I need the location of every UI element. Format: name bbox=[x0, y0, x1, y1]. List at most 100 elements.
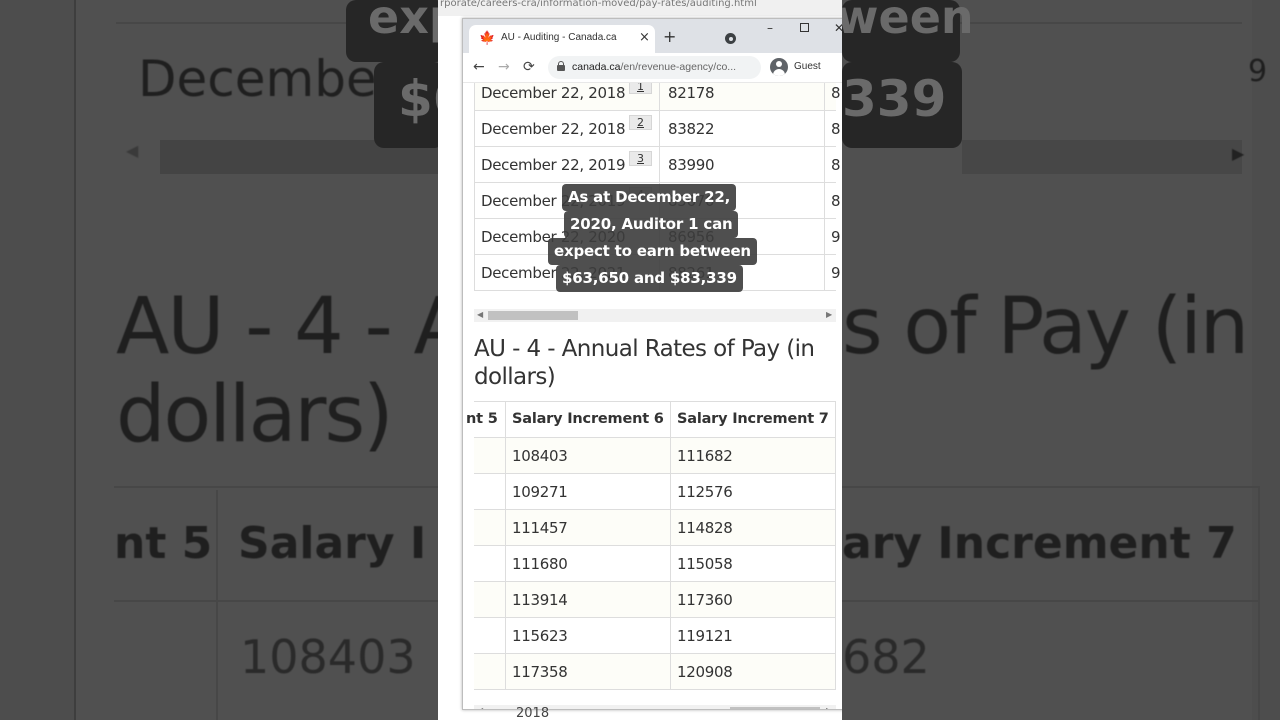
background-caption-text: ween bbox=[842, 0, 974, 44]
table-row: 113914 117360 bbox=[474, 582, 836, 618]
partial-salary-value: 8 bbox=[831, 84, 841, 102]
column-divider bbox=[670, 654, 671, 690]
column-divider bbox=[505, 618, 506, 654]
salary-increment-6: 117358 bbox=[512, 663, 568, 681]
background-table-border bbox=[842, 600, 1260, 602]
column-header: nt 5 bbox=[466, 411, 498, 427]
column-divider bbox=[824, 83, 825, 111]
new-tab-button[interactable]: + bbox=[663, 27, 676, 46]
scroll-right-icon[interactable]: ▶ bbox=[826, 706, 832, 709]
maximize-button[interactable] bbox=[800, 23, 809, 32]
caption-line: As at December 22, bbox=[562, 184, 737, 211]
salary-value: 83822 bbox=[668, 120, 715, 138]
column-divider bbox=[670, 474, 671, 510]
column-header: Salary Increment 6 bbox=[512, 411, 664, 427]
column-divider bbox=[824, 255, 825, 291]
scroll-right-icon[interactable]: ▶ bbox=[826, 310, 832, 319]
column-divider bbox=[670, 618, 671, 654]
salary-increment-7: 117360 bbox=[677, 591, 733, 609]
salary-increment-7: 120908 bbox=[677, 663, 733, 681]
column-divider bbox=[670, 438, 671, 474]
column-header: Salary Increment 7 bbox=[677, 411, 829, 427]
column-divider bbox=[505, 510, 506, 546]
footnote-link[interactable]: 1 bbox=[629, 83, 652, 94]
partial-salary-value: 9 bbox=[831, 228, 841, 246]
browser-toolbar: ← → ⟳ canada.ca/en/revenue-agency/co... … bbox=[463, 53, 842, 83]
partial-salary-value: 8 bbox=[831, 156, 841, 174]
scrollbar-thumb[interactable] bbox=[730, 707, 820, 709]
background-heading-line1: AU - 4 - A bbox=[116, 282, 438, 372]
back-button[interactable]: ← bbox=[473, 59, 485, 75]
profile-label: Guest bbox=[794, 61, 821, 72]
video-frame: December ◀ exp $6 AU - 4 - A dollars) nt… bbox=[0, 0, 1280, 720]
column-divider bbox=[670, 510, 671, 546]
column-divider bbox=[505, 546, 506, 582]
avatar-icon bbox=[770, 58, 788, 76]
table-row: December 22, 2019 3 83990 8 bbox=[474, 147, 841, 183]
caption-line: $63,650 and $83,339 bbox=[556, 265, 743, 292]
column-divider bbox=[824, 111, 825, 147]
scrollbar-thumb[interactable] bbox=[488, 311, 578, 320]
partial-salary-value: 8 bbox=[831, 120, 841, 138]
section-heading-au4: AU - 4 - Annual Rates of Pay (in dollars… bbox=[474, 336, 815, 390]
background-col-header: nt 5 bbox=[114, 518, 213, 569]
table-row: 108403 111682 bbox=[474, 438, 836, 474]
background-partial-digit: 9 bbox=[1248, 54, 1268, 89]
salary-increment-6: 109271 bbox=[512, 483, 568, 501]
background-table-border bbox=[216, 490, 218, 720]
background-caption-text: exp bbox=[368, 0, 438, 44]
salary-increment-6: 111457 bbox=[512, 519, 568, 537]
url-path: /en/revenue-agency/co... bbox=[620, 61, 737, 73]
effective-date: December 22, 2019 bbox=[481, 156, 626, 174]
column-divider bbox=[835, 402, 836, 438]
tab-search-icon[interactable] bbox=[725, 33, 736, 44]
maple-leaf-icon: 🍁 bbox=[479, 31, 496, 46]
footnote-link[interactable]: 2 bbox=[629, 115, 652, 130]
close-window-button[interactable]: ✕ bbox=[834, 21, 842, 35]
salary-increment-7: 111682 bbox=[677, 447, 733, 465]
background-value: 108403 bbox=[240, 630, 416, 684]
column-divider bbox=[824, 183, 825, 219]
table-row: 109271 112576 bbox=[474, 474, 836, 510]
tab-au-auditing[interactable]: 🍁 AU - Auditing - Canada.ca × bbox=[469, 25, 655, 53]
scroll-left-icon[interactable]: ◀ bbox=[477, 706, 483, 709]
scroll-left-icon[interactable]: ◀ bbox=[477, 310, 483, 319]
minimize-button[interactable]: – bbox=[767, 21, 773, 35]
address-bar[interactable]: canada.ca/en/revenue-agency/co... bbox=[548, 56, 761, 79]
table-top-scrollbar[interactable]: ◀ ▶ bbox=[474, 309, 836, 322]
lock-icon[interactable] bbox=[557, 61, 565, 71]
background-scroll-arrow-icon: ▶ bbox=[1232, 144, 1245, 163]
partial-salary-value: 9 bbox=[831, 264, 841, 282]
reload-button[interactable]: ⟳ bbox=[523, 59, 535, 75]
background-heading: s of Pay (in bbox=[842, 282, 1249, 372]
page-content: December 22, 2018 1 82178 8 December 22, 201… bbox=[463, 83, 842, 709]
table-row: 111680 115058 bbox=[474, 546, 836, 582]
column-divider bbox=[659, 83, 660, 111]
background-col-header: ary Increment 7 bbox=[842, 518, 1237, 569]
background-caption-text: $6 bbox=[398, 70, 438, 128]
column-divider bbox=[670, 546, 671, 582]
column-divider bbox=[659, 147, 660, 183]
footnote-link[interactable]: 3 bbox=[629, 151, 652, 166]
salary-increment-7: 112576 bbox=[677, 483, 733, 501]
close-tab-icon[interactable]: × bbox=[639, 30, 650, 45]
background-heading-line2: dollars) bbox=[116, 370, 394, 460]
salary-increment-7: 119121 bbox=[677, 627, 733, 645]
background-scrollbar bbox=[962, 140, 1242, 174]
url-domain: canada.ca bbox=[572, 61, 621, 73]
profile-button[interactable]: Guest bbox=[766, 56, 826, 79]
table-row: December 22, 2018 1 82178 8 bbox=[474, 83, 841, 111]
salary-increment-7: 115058 bbox=[677, 555, 733, 573]
salary-value: 83990 bbox=[668, 156, 715, 174]
background-blur-right: ween 339 9 ▶ s of Pay (in ary Increment … bbox=[842, 0, 1280, 720]
effective-date: December 22, 2018 bbox=[481, 84, 626, 102]
url-text[interactable]: canada.ca/en/revenue-agency/co... bbox=[572, 61, 736, 73]
table-row: 117358 120908 bbox=[474, 654, 836, 690]
table-row: 111457 114828 bbox=[474, 510, 836, 546]
column-divider bbox=[505, 474, 506, 510]
column-divider bbox=[835, 510, 836, 546]
column-divider bbox=[505, 582, 506, 618]
table-row: December 22, 2018 2 83822 8 bbox=[474, 111, 841, 147]
forward-button[interactable]: → bbox=[498, 59, 510, 75]
salary-increment-7: 114828 bbox=[677, 519, 733, 537]
